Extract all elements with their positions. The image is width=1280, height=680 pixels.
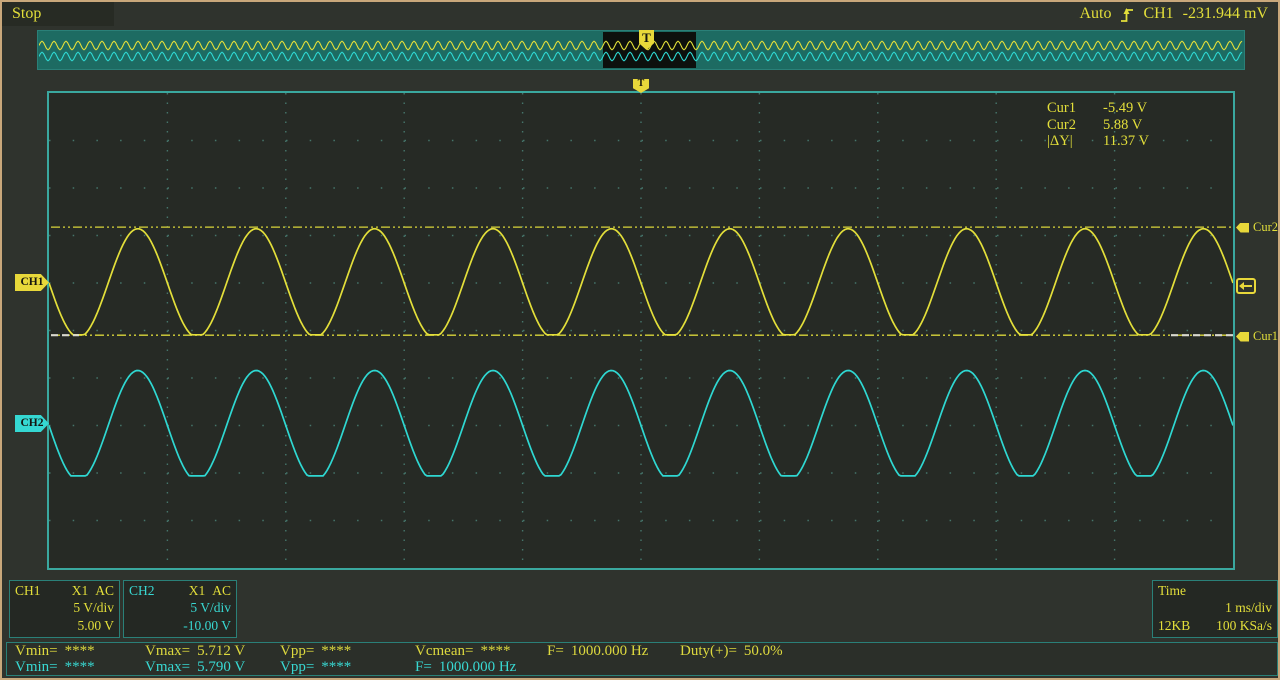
ch2-scale: 5 V/div [190, 600, 231, 616]
meas-ch2-vmax: Vmax= 5.790 V [145, 659, 246, 675]
oscilloscope-screen: Stop Auto CH1 -231.944 mV T T Cur1 -5.49… [0, 0, 1280, 680]
cur2-label: Cur2 [1047, 116, 1076, 133]
ch1-trace [49, 227, 1233, 336]
cur1-value: -5.49 V [1103, 100, 1148, 116]
trigger-level-readout: -231.944 mV [1182, 5, 1268, 22]
trigger-source: CH1 [1143, 5, 1174, 22]
meas-ch1-vcmean: Vcmean= **** [415, 643, 511, 659]
cursor1-marker-label: Cur1 [1253, 329, 1278, 343]
waveform-display: Cur1 -5.49 V Cur2 5.88 V |ΔY| 11.37 V [47, 91, 1235, 570]
meas-ch2-vpp: Vpp= **** [280, 659, 352, 675]
ch1-settings-panel[interactable]: CH1 X1 AC 5 V/div 5.00 V [9, 580, 120, 638]
rising-edge-trigger-icon [1121, 7, 1134, 22]
trigger-status-group: Auto CH1 -231.944 mV [1079, 5, 1268, 23]
cursor1-arrow-icon [1236, 331, 1249, 342]
ch1-probe: X1 [71, 583, 89, 598]
meas-ch1-vpp: Vpp= **** [280, 643, 352, 659]
trigger-mode[interactable]: Auto [1079, 5, 1111, 23]
ch1-position-tag[interactable]: CH1 [15, 274, 49, 291]
timebase-panel[interactable]: Time 1 ms/div 12KB 100 KSa/s [1152, 580, 1278, 638]
memory-depth: 12KB [1158, 617, 1191, 633]
delta-y-value: 11.37 V [1103, 133, 1149, 149]
timebase-title: Time [1158, 583, 1187, 598]
acquisition-status[interactable]: Stop [12, 5, 41, 23]
cursor2-handle[interactable]: Cur2 [1236, 220, 1278, 235]
cursor2-readout: Cur2 5.88 V [1047, 117, 1181, 134]
ch2-position-tag[interactable]: CH2 [15, 415, 49, 432]
ch1-panel-name: CH1 [15, 583, 41, 598]
cursor1-handle[interactable]: Cur1 [1236, 329, 1278, 344]
ch2-offset: -10.00 V [183, 617, 231, 633]
ch2-coupling: AC [212, 583, 231, 598]
cursor2-marker-label: Cur2 [1253, 220, 1278, 234]
timebase-value: 1 ms/div [1225, 600, 1272, 616]
trigger-level-handle[interactable] [1236, 278, 1256, 299]
meas-ch2-vmin: Vmin= **** [15, 659, 95, 675]
cur2-value: 5.88 V [1103, 116, 1143, 133]
meas-ch2-freq: F= 1000.000 Hz [415, 659, 517, 675]
meas-ch1-freq: F= 1000.000 Hz [547, 643, 649, 659]
measurement-bar: Vmin= **** Vmax= 5.712 V Vpp= **** Vcmean= *… [6, 642, 1278, 676]
cursor-readout: Cur1 -5.49 V Cur2 5.88 V |ΔY| 11.37 V [1047, 100, 1181, 150]
ch1-scale: 5 V/div [73, 600, 114, 616]
ch2-trace [49, 369, 1233, 477]
ch1-offset: 5.00 V [77, 617, 114, 633]
delta-y-readout: |ΔY| 11.37 V [1047, 133, 1181, 150]
delta-y-label: |ΔY| [1047, 133, 1073, 149]
meas-ch1-vmax: Vmax= 5.712 V [145, 643, 246, 659]
meas-ch1-duty: Duty(+)= 50.0% [680, 643, 783, 659]
ch2-panel-name: CH2 [129, 583, 155, 598]
ch2-settings-panel[interactable]: CH2 X1 AC 5 V/div -10.00 V [123, 580, 237, 638]
graticule-and-traces [49, 93, 1233, 568]
sample-rate: 100 KSa/s [1216, 617, 1272, 633]
ch2-probe: X1 [188, 583, 206, 598]
meas-ch1-vmin: Vmin= **** [15, 643, 95, 659]
cur1-label: Cur1 [1047, 100, 1076, 116]
cursor2-arrow-icon [1236, 222, 1249, 233]
ch1-coupling: AC [95, 583, 114, 598]
cursor1-readout: Cur1 -5.49 V [1047, 100, 1181, 117]
